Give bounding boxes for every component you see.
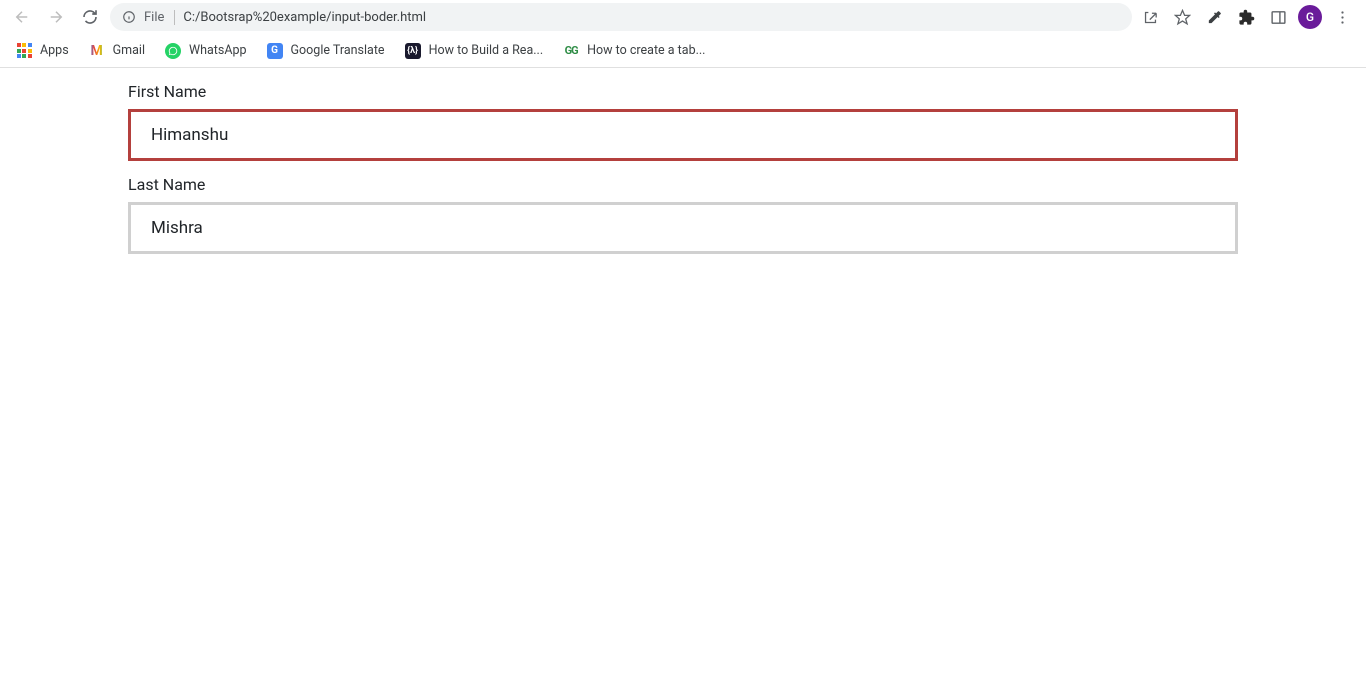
- bookmarks-bar: Apps M Gmail WhatsApp G Google Translate…: [0, 34, 1366, 68]
- bookmark-label: How to Build a Rea...: [429, 43, 544, 58]
- extensions-icon[interactable]: [1234, 5, 1258, 29]
- first-name-label: First Name: [128, 82, 1238, 101]
- forward-button[interactable]: [42, 3, 70, 31]
- code-icon: {λ}: [405, 43, 421, 59]
- eyedropper-icon[interactable]: [1202, 5, 1226, 29]
- gfg-icon: GG: [563, 43, 579, 59]
- url-path: C:/Bootsrap%20example/input-boder.html: [183, 10, 426, 25]
- translate-icon: G: [267, 43, 283, 59]
- menu-icon[interactable]: [1330, 5, 1354, 29]
- gmail-icon: M: [89, 43, 105, 59]
- bookmark-whatsapp[interactable]: WhatsApp: [157, 39, 255, 63]
- bookmark-label: Gmail: [113, 43, 145, 58]
- toolbar-actions: G: [1138, 5, 1358, 29]
- last-name-input[interactable]: [128, 202, 1238, 254]
- bookmark-label: Google Translate: [291, 43, 385, 58]
- profile-initial: G: [1306, 10, 1314, 24]
- last-name-group: Last Name: [128, 175, 1238, 254]
- address-bar[interactable]: File C:/Bootsrap%20example/input-boder.h…: [110, 3, 1132, 31]
- bookmark-label: Apps: [40, 43, 69, 58]
- apps-icon: [16, 43, 32, 59]
- share-icon[interactable]: [1138, 5, 1162, 29]
- star-icon[interactable]: [1170, 5, 1194, 29]
- bookmark-build[interactable]: {λ} How to Build a Rea...: [397, 39, 552, 63]
- url-scheme: File: [144, 10, 175, 25]
- bookmark-label: How to create a tab...: [587, 43, 705, 58]
- bookmark-gmail[interactable]: M Gmail: [81, 39, 153, 63]
- reload-button[interactable]: [76, 3, 104, 31]
- bookmark-gfg[interactable]: GG How to create a tab...: [555, 39, 713, 63]
- bookmark-apps[interactable]: Apps: [8, 39, 77, 63]
- page-content: First Name Last Name: [0, 68, 1366, 282]
- back-button[interactable]: [8, 3, 36, 31]
- info-icon: [122, 10, 136, 24]
- profile-avatar[interactable]: G: [1298, 5, 1322, 29]
- bookmark-translate[interactable]: G Google Translate: [259, 39, 393, 63]
- sidepanel-icon[interactable]: [1266, 5, 1290, 29]
- last-name-label: Last Name: [128, 175, 1238, 194]
- first-name-input[interactable]: [128, 109, 1238, 161]
- first-name-group: First Name: [128, 82, 1238, 161]
- whatsapp-icon: [165, 43, 181, 59]
- bookmark-label: WhatsApp: [189, 43, 247, 58]
- browser-toolbar: File C:/Bootsrap%20example/input-boder.h…: [0, 0, 1366, 34]
